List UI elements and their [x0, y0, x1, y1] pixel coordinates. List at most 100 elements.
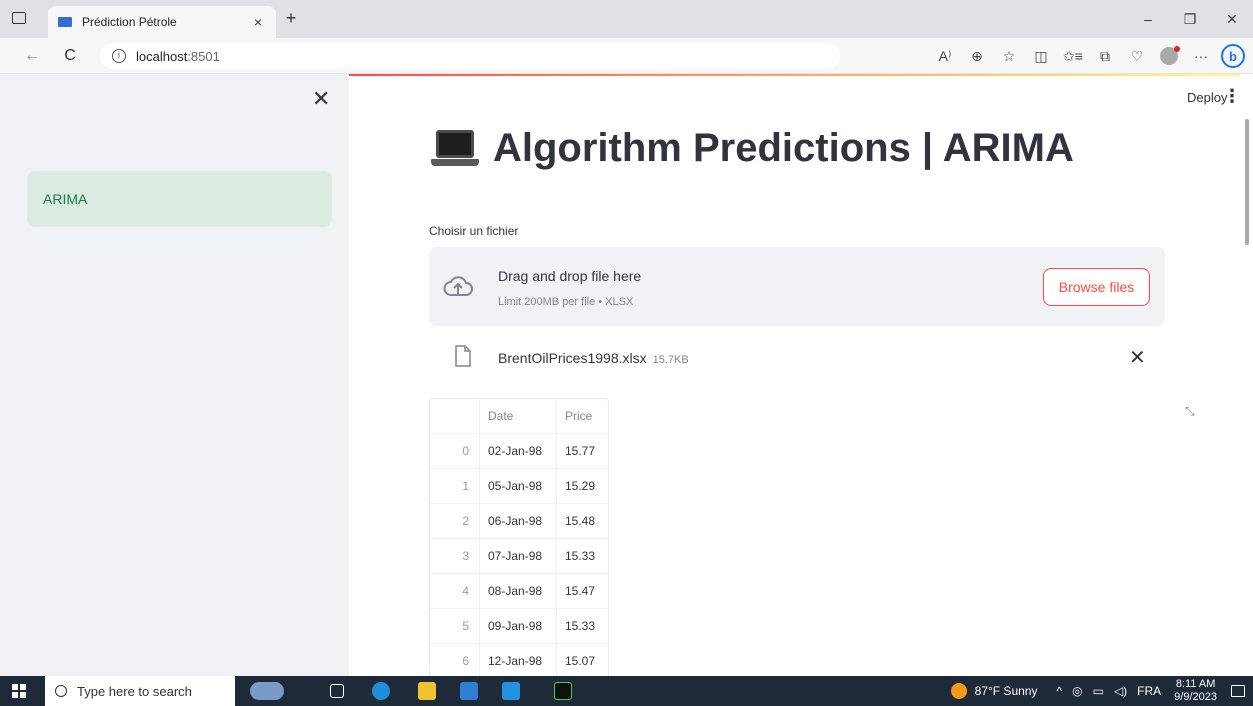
file-explorer-icon[interactable] — [418, 682, 436, 700]
deploy-button[interactable]: Deploy — [1187, 90, 1227, 105]
url-field[interactable]: i localhost:8501 — [100, 43, 840, 69]
more-options-icon[interactable]: ··· — [1185, 44, 1217, 68]
main-menu-icon[interactable]: ⋮ — [1223, 86, 1240, 107]
cell-price[interactable]: 15.33 — [557, 539, 607, 574]
table-row: 3 07-Jan-98 15.33 — [430, 538, 608, 574]
laptop-icon — [431, 128, 479, 170]
browser-essentials-icon[interactable]: ♡ — [1121, 44, 1153, 68]
table-header-row: Date Price — [430, 398, 608, 434]
remove-file-icon[interactable]: ✕ — [1129, 348, 1146, 368]
table-row: 6 12-Jan-98 15.07 — [430, 643, 608, 677]
sidebar-close-icon[interactable]: ✕ — [312, 88, 330, 110]
cell-date[interactable]: 05-Jan-98 — [480, 468, 557, 504]
fullscreen-expand-icon[interactable]: ⤡ — [1185, 404, 1203, 422]
dataframe-table[interactable]: Date Price 0 02-Jan-98 15.77 1 05-Jan-98… — [429, 398, 609, 676]
browse-files-button[interactable]: Browse files — [1043, 268, 1150, 306]
show-hidden-icons-icon[interactable]: ^ — [1056, 684, 1062, 698]
windows-start-icon[interactable] — [12, 684, 26, 698]
info-icon[interactable]: i — [112, 49, 126, 63]
tab-actions-icon[interactable] — [12, 12, 26, 24]
volume-icon[interactable]: ◁) — [1114, 684, 1127, 698]
laptop-favicon-icon — [58, 17, 72, 27]
column-header-date[interactable]: Date — [480, 398, 557, 434]
back-icon[interactable]: ← — [22, 46, 42, 66]
battery-icon[interactable]: ▭ — [1093, 684, 1104, 698]
restore-button[interactable]: ❐ — [1169, 0, 1211, 38]
cell-price[interactable]: 15.47 — [557, 574, 607, 609]
decoration-line — [349, 74, 1240, 76]
table-row: 2 06-Jan-98 15.48 — [430, 503, 608, 539]
weather-text[interactable]: 87°F Sunny — [975, 684, 1038, 698]
cell-date[interactable]: 08-Jan-98 — [480, 573, 557, 609]
table-row: 4 08-Jan-98 15.47 — [430, 573, 608, 609]
cloud-upload-icon — [443, 276, 473, 296]
widgets-icon[interactable] — [250, 682, 284, 700]
close-window-button[interactable]: ✕ — [1211, 0, 1253, 38]
language-indicator[interactable]: FRA — [1137, 684, 1161, 698]
favorite-star-icon[interactable]: ☆ — [993, 44, 1025, 68]
streamlit-app: ✕ ARIMA Deploy ⋮ Algorithm Predictions |… — [0, 74, 1253, 676]
search-icon — [55, 685, 67, 697]
store-icon[interactable] — [460, 682, 478, 700]
dropzone-limit: Limit 200MB per file • XLSX — [498, 296, 634, 308]
profile-avatar[interactable] — [1160, 46, 1180, 65]
minimize-button[interactable]: – — [1127, 0, 1169, 38]
cell-price[interactable]: 15.77 — [557, 434, 607, 469]
taskbar-clock[interactable]: 8:11 AM 9/9/2023 — [1174, 678, 1217, 704]
table-row: 1 05-Jan-98 15.29 — [430, 468, 608, 504]
uploaded-file: BrentOilPrices1998.xlsx 15.7KB ✕ — [429, 340, 1165, 380]
tab-close-icon[interactable]: × — [250, 14, 266, 30]
row-index: 4 — [430, 573, 480, 609]
bing-chat-icon[interactable]: b — [1221, 44, 1245, 68]
refresh-icon[interactable]: C — [60, 46, 80, 66]
cell-price[interactable]: 15.33 — [557, 609, 607, 644]
pycharm-icon[interactable] — [554, 682, 572, 700]
column-header-price[interactable]: Price — [557, 399, 607, 434]
cell-date[interactable]: 09-Jan-98 — [480, 608, 557, 644]
cell-date[interactable]: 07-Jan-98 — [480, 538, 557, 574]
edge-browser-icon[interactable] — [372, 682, 390, 700]
file-name-text: BrentOilPrices1998.xlsx — [498, 350, 647, 366]
file-icon — [455, 345, 471, 367]
browser-toolbar: A⁾ ⊕ ☆ ◫ ✩≡ ⧉ ♡ ··· b — [929, 44, 1245, 68]
page-title: Algorithm Predictions | ARIMA — [431, 126, 1074, 171]
page-title-text: Algorithm Predictions | ARIMA — [493, 126, 1074, 170]
row-index: 3 — [430, 538, 480, 574]
task-view-icon[interactable] — [330, 684, 344, 698]
cell-date[interactable]: 02-Jan-98 — [480, 433, 557, 469]
network-icon[interactable]: ◎ — [1072, 684, 1082, 698]
row-index: 2 — [430, 503, 480, 539]
uploaded-file-name: BrentOilPrices1998.xlsx 15.7KB — [498, 350, 689, 366]
cell-price[interactable]: 15.29 — [557, 469, 607, 504]
address-bar: ← C i localhost:8501 A⁾ ⊕ ☆ ◫ ✩≡ ⧉ ♡ ···… — [0, 38, 1253, 74]
file-dropzone[interactable]: Drag and drop file here Limit 200MB per … — [429, 247, 1165, 326]
windows-taskbar: Type here to search 87°F Sunny ^ ◎ ▭ ◁) … — [0, 676, 1253, 706]
cell-price[interactable]: 15.48 — [557, 504, 607, 539]
file-size: 15.7KB — [652, 354, 689, 366]
cell-date[interactable]: 06-Jan-98 — [480, 503, 557, 539]
url-host: localhost — [136, 48, 188, 64]
sidebar-item-arima[interactable]: ARIMA — [27, 171, 332, 227]
scrollbar-thumb[interactable] — [1245, 119, 1249, 245]
column-header-index — [430, 398, 480, 434]
new-tab-button[interactable]: + — [280, 8, 302, 30]
row-index: 0 — [430, 433, 480, 469]
split-screen-icon[interactable]: ◫ — [1025, 44, 1057, 68]
browser-tab[interactable]: Prédiction Pétrole × — [48, 6, 276, 38]
table-row: 0 02-Jan-98 15.77 — [430, 433, 608, 469]
sun-weather-icon — [950, 683, 967, 699]
favorites-list-icon[interactable]: ✩≡ — [1057, 44, 1089, 68]
row-index: 5 — [430, 608, 480, 644]
dropzone-instructions: Drag and drop file here — [498, 268, 642, 284]
main-scrollbar[interactable] — [1240, 74, 1253, 676]
cell-date[interactable]: 12-Jan-98 — [480, 643, 557, 676]
taskbar-search-box[interactable]: Type here to search — [45, 676, 235, 706]
collections-icon[interactable]: ⧉ — [1089, 44, 1121, 68]
row-index: 1 — [430, 468, 480, 504]
notification-icon[interactable] — [1231, 685, 1245, 697]
mail-icon[interactable] — [502, 682, 520, 700]
browser-tab-bar: Prédiction Pétrole × + – ❐ ✕ — [0, 0, 1253, 38]
cell-price[interactable]: 15.07 — [557, 644, 607, 677]
read-aloud-icon[interactable]: A⁾ — [929, 44, 961, 68]
zoom-icon[interactable]: ⊕ — [961, 44, 993, 68]
